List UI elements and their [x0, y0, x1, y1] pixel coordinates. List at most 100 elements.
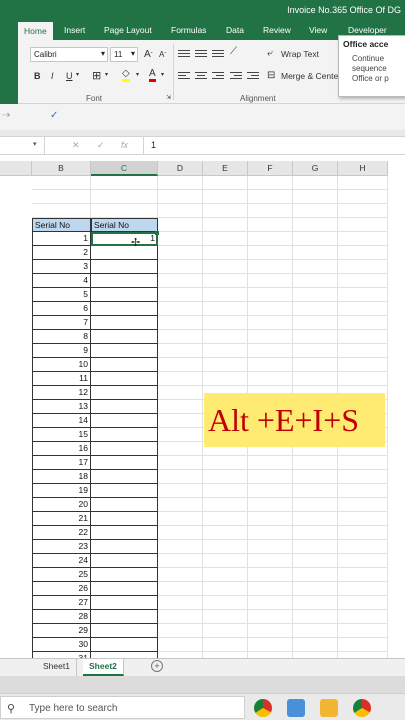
align-left-icon[interactable] — [178, 70, 190, 80]
grid-cell[interactable] — [248, 176, 293, 190]
grid-cell[interactable] — [338, 358, 388, 372]
table-cell[interactable] — [91, 540, 158, 554]
align-middle-icon[interactable] — [195, 48, 207, 58]
table-cell[interactable] — [91, 484, 158, 498]
table-cell[interactable] — [91, 456, 158, 470]
grid-cell[interactable] — [158, 246, 203, 260]
grid-cell[interactable] — [203, 456, 248, 470]
tab-insert[interactable]: Insert — [64, 25, 85, 35]
grid-cell[interactable] — [338, 484, 388, 498]
grid-cell[interactable] — [203, 498, 248, 512]
table-cell[interactable] — [91, 470, 158, 484]
grid-cell[interactable] — [91, 190, 158, 204]
table-cell[interactable] — [91, 400, 158, 414]
shrink-font-button[interactable]: Aˇ — [159, 50, 166, 59]
italic-button[interactable]: I — [51, 71, 54, 81]
grid-cell[interactable] — [293, 246, 338, 260]
grid-cell[interactable] — [338, 232, 388, 246]
grid-cell[interactable] — [158, 204, 203, 218]
grid-cell[interactable] — [158, 400, 203, 414]
grid-cell[interactable] — [248, 624, 293, 638]
tab-review[interactable]: Review — [263, 25, 291, 35]
grid-cell[interactable] — [248, 582, 293, 596]
table-cell[interactable] — [91, 358, 158, 372]
grid-cell[interactable] — [338, 288, 388, 302]
align-bottom-icon[interactable] — [212, 48, 224, 58]
column-header-c[interactable]: C — [91, 161, 158, 176]
fx-icon[interactable]: fx — [121, 140, 128, 150]
grid-cell[interactable] — [248, 554, 293, 568]
grid-cell[interactable] — [293, 232, 338, 246]
grid-cell[interactable] — [203, 190, 248, 204]
chrome-icon[interactable] — [353, 699, 371, 717]
table-cell[interactable] — [91, 330, 158, 344]
wrap-text-icon[interactable]: ⤶ — [267, 48, 273, 59]
table-row[interactable]: 21 — [32, 512, 91, 526]
grid-cell[interactable] — [158, 456, 203, 470]
table-cell[interactable] — [91, 274, 158, 288]
column-header-e[interactable]: E — [203, 161, 248, 176]
grid-cell[interactable] — [248, 288, 293, 302]
tab-page-layout[interactable]: Page Layout — [104, 25, 152, 35]
table-row[interactable]: 24 — [32, 554, 91, 568]
table-cell[interactable] — [91, 498, 158, 512]
table-row[interactable]: 20 — [32, 498, 91, 512]
grid-cell[interactable] — [203, 372, 248, 386]
table-cell[interactable] — [91, 428, 158, 442]
grid-cell[interactable] — [293, 596, 338, 610]
tab-home[interactable]: Home — [18, 22, 53, 40]
grid-cell[interactable] — [338, 190, 388, 204]
grid-cell[interactable] — [248, 260, 293, 274]
grid-cell[interactable] — [203, 274, 248, 288]
orientation-icon[interactable]: ⟋ — [230, 46, 237, 57]
grid-cell[interactable] — [203, 218, 248, 232]
table-row[interactable]: 29 — [32, 624, 91, 638]
grid-cell[interactable] — [248, 526, 293, 540]
table-header-cell[interactable]: Serial No — [32, 218, 91, 232]
grid-cell[interactable] — [293, 274, 338, 288]
table-cell[interactable] — [91, 582, 158, 596]
active-cell[interactable]: 1 — [91, 232, 158, 246]
table-cell[interactable] — [91, 246, 158, 260]
grid-cell[interactable] — [248, 344, 293, 358]
grid-cell[interactable] — [338, 610, 388, 624]
grid-cell[interactable] — [293, 344, 338, 358]
grid-cell[interactable] — [203, 526, 248, 540]
fill-handle[interactable] — [155, 231, 159, 235]
table-row[interactable]: 4 — [32, 274, 91, 288]
grid-cell[interactable] — [338, 204, 388, 218]
grid-cell[interactable] — [158, 386, 203, 400]
grid-cell[interactable] — [203, 288, 248, 302]
app-icon[interactable] — [287, 699, 305, 717]
grid-cell[interactable] — [338, 456, 388, 470]
grid-cell[interactable] — [293, 610, 338, 624]
grid-cell[interactable] — [338, 582, 388, 596]
grid-cell[interactable] — [293, 330, 338, 344]
grid-cell[interactable] — [338, 302, 388, 316]
table-cell[interactable] — [91, 372, 158, 386]
formula-input[interactable]: 1 — [151, 140, 156, 150]
grid-cell[interactable] — [203, 358, 248, 372]
table-cell[interactable] — [91, 596, 158, 610]
grid-cell[interactable] — [248, 540, 293, 554]
grid-cell[interactable] — [338, 260, 388, 274]
grid-cell[interactable] — [293, 218, 338, 232]
table-row[interactable]: 17 — [32, 456, 91, 470]
grid-cell[interactable] — [158, 554, 203, 568]
grid-cell[interactable] — [338, 512, 388, 526]
table-row[interactable]: 14 — [32, 414, 91, 428]
table-cell[interactable] — [91, 526, 158, 540]
table-cell[interactable] — [91, 638, 158, 652]
grid-cell[interactable] — [158, 176, 203, 190]
table-row[interactable]: 16 — [32, 442, 91, 456]
grow-font-button[interactable]: Aˆ — [144, 49, 153, 60]
grid-cell[interactable] — [293, 638, 338, 652]
grid-cell[interactable] — [158, 596, 203, 610]
table-row[interactable]: 26 — [32, 582, 91, 596]
grid-cell[interactable] — [248, 246, 293, 260]
table-row[interactable]: 12 — [32, 386, 91, 400]
grid-cell[interactable] — [293, 484, 338, 498]
table-row[interactable]: 23 — [32, 540, 91, 554]
grid-cell[interactable] — [158, 442, 203, 456]
increase-indent-icon[interactable] — [247, 70, 259, 80]
